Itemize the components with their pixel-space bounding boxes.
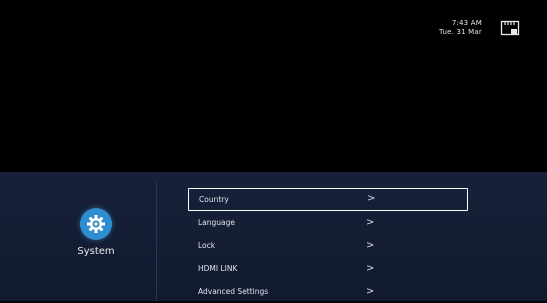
menu-item-label: Advanced Settings [198, 287, 269, 296]
menu-item-label: Language [198, 218, 236, 227]
gear-icon [80, 208, 112, 240]
menu-item-label: HDMI LINK [198, 264, 238, 273]
clock: 7:43 AM Tue. 31 Mar [439, 19, 482, 37]
chevron-right-icon: > [366, 240, 375, 251]
menu-item-label: Country [199, 195, 229, 204]
menu-item-language[interactable]: Language > [188, 211, 468, 234]
tv-screen: 7:43 AM Tue. 31 Mar System Country > Lan… [0, 0, 547, 301]
chevron-right-icon: > [366, 263, 375, 274]
clock-time: 7:43 AM [451, 19, 482, 27]
menu-item-hdmi-link[interactable]: HDMI LINK > [188, 257, 468, 280]
chevron-right-icon: > [367, 193, 376, 204]
menu-item-advanced-settings[interactable]: Advanced Settings > [188, 280, 468, 303]
clock-date: Tue. 31 Mar [439, 28, 482, 36]
category-system[interactable]: System [60, 208, 132, 257]
settings-menu-list: Country > Language > Lock > HDMI LINK > … [188, 188, 468, 303]
category-label: System [77, 246, 115, 257]
menu-item-label: Lock [198, 241, 216, 250]
ethernet-icon [500, 20, 520, 36]
menu-item-lock[interactable]: Lock > [188, 234, 468, 257]
panel-divider [156, 181, 157, 301]
chevron-right-icon: > [366, 217, 375, 228]
menu-item-country[interactable]: Country > [188, 188, 468, 211]
chevron-right-icon: > [366, 286, 375, 297]
